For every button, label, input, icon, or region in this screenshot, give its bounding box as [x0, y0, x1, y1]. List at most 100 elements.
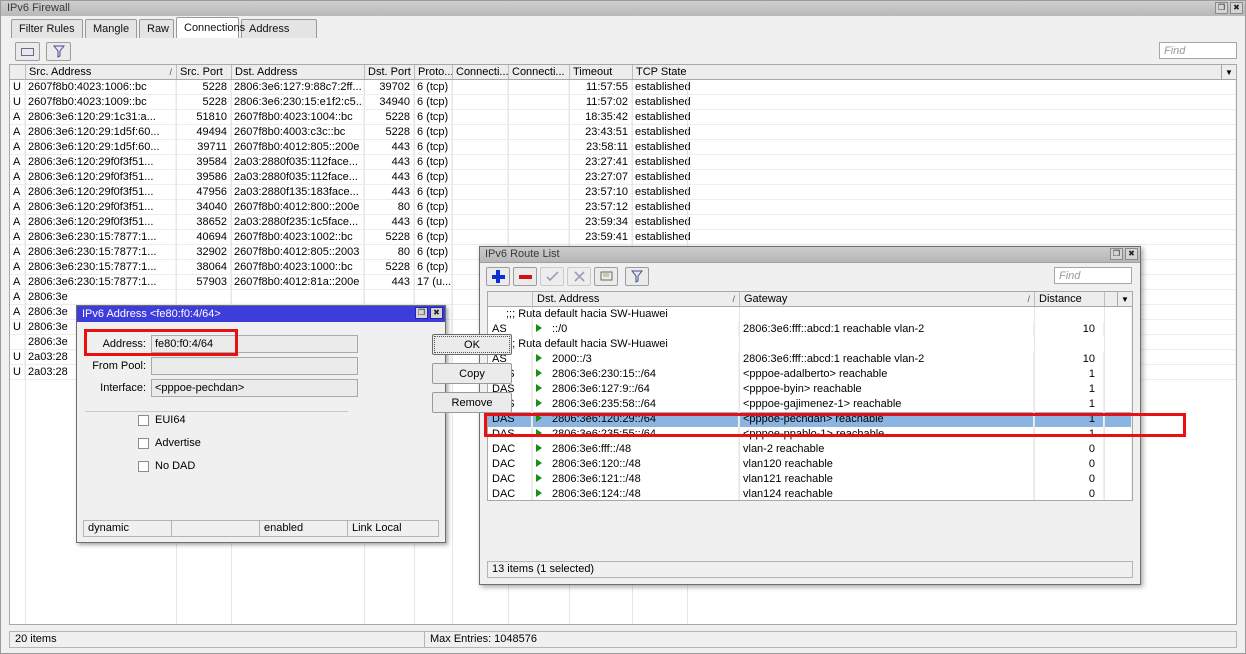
table-row[interactable]: U2607f8b0:4023:1009::bc52282806:3e6:230:…	[10, 95, 1236, 110]
col-dst-address[interactable]: Dst. Address	[232, 65, 365, 79]
cell-c2	[508, 95, 569, 109]
table-row[interactable]: AS::/02806:3e6:fff::abcd:1 reachable vla…	[488, 322, 1132, 337]
cell-distance: 10	[1034, 352, 1104, 367]
table-row[interactable]: A2806:3e6:230:15:7877:1...406942607f8b0:…	[10, 230, 1236, 245]
tab-raw[interactable]: Raw	[139, 19, 174, 38]
close-icon[interactable]: ✖	[430, 307, 443, 319]
route-column-chooser-button[interactable]: ▼	[1117, 291, 1133, 307]
table-row[interactable]: DAC2806:3e6:120::/48vlan120 reachable0	[488, 457, 1132, 472]
col-flag[interactable]	[10, 65, 26, 79]
table-row[interactable]: A2806:3e6:120:29:1d5f:60...397112607f8b0…	[10, 140, 1236, 155]
filter-button[interactable]	[46, 42, 71, 61]
tab-mangle[interactable]: Mangle	[85, 19, 137, 38]
table-row[interactable]: DAS2806:3e6:120:29::/64<pppoe-pechdan> r…	[488, 412, 1132, 427]
cell-distance: 0	[1034, 442, 1104, 457]
col-dst-port[interactable]: Dst. Port	[365, 65, 415, 79]
table-row[interactable]: A2806:3e6:120:29f0f3f51...395842a03:2880…	[10, 155, 1236, 170]
route-titlebar[interactable]: IPv6 Route List ❐ ✖	[480, 247, 1140, 263]
copy-button[interactable]: Copy	[432, 363, 512, 384]
cell-gateway: <pppoe-adalberto> reachable	[739, 367, 1034, 382]
table-row[interactable]: A2806:3e6:120:29f0f3f51...395862a03:2880…	[10, 170, 1236, 185]
advertise-checkbox-row[interactable]: Advertise	[138, 435, 201, 451]
col-protocol[interactable]: Proto...	[415, 65, 453, 79]
eui64-label: EUI64	[155, 414, 186, 426]
tab-filter-rules[interactable]: Filter Rules	[11, 19, 83, 38]
remove-route-button[interactable]	[513, 267, 537, 286]
cell-proto: 17 (u...	[414, 275, 452, 289]
eui64-checkbox[interactable]	[138, 415, 149, 426]
col-route-distance[interactable]: Distance	[1035, 292, 1105, 306]
interface-field[interactable]: <pppoe-pechdan>	[151, 379, 358, 397]
no-dad-checkbox[interactable]	[138, 461, 149, 472]
col-src-address[interactable]: Src. Address/	[26, 65, 177, 79]
cell-gateway: <pppoe-pechdan> reachable	[739, 412, 1034, 427]
cell-distance: 1	[1034, 367, 1104, 382]
cell-dport: 5228	[364, 110, 414, 124]
table-row[interactable]: DAC2806:3e6:121::/48vlan121 reachable0	[488, 472, 1132, 487]
table-row[interactable]: A2806:3e6:120:29f0f3f51...479562a03:2880…	[10, 185, 1236, 200]
cell-distance: 1	[1034, 427, 1104, 442]
table-row[interactable]: DAS2806:3e6:230:15::/64<pppoe-adalberto>…	[488, 367, 1132, 382]
table-row[interactable]: U2607f8b0:4023:1006::bc52282806:3e6:127:…	[10, 80, 1236, 95]
table-row[interactable]: A2806:3e6:120:29f0f3f51...340402607f8b0:…	[10, 200, 1236, 215]
cell-extra	[1104, 367, 1132, 382]
cell-gateway: 2806:3e6:fff::abcd:1 reachable vlan-2	[739, 322, 1034, 337]
table-row[interactable]: A2806:3e6:120:29:1c31:a...518102607f8b0:…	[10, 110, 1236, 125]
route-search-input[interactable]: Find	[1054, 267, 1132, 284]
maximize-icon[interactable]: ❐	[415, 307, 428, 319]
cell-c1	[452, 140, 508, 154]
eui64-checkbox-row[interactable]: EUI64	[138, 412, 186, 428]
add-route-button[interactable]	[486, 267, 510, 286]
table-row[interactable]: A2806:3e6:120:29f0f3f51...386522a03:2880…	[10, 215, 1236, 230]
col-connection-1[interactable]: Connecti...	[453, 65, 509, 79]
cell-src: 2607f8b0:4023:1006::bc	[25, 80, 176, 94]
cell-dst-address: 2806:3e6:235:55::/64	[532, 427, 739, 442]
filter-route-button[interactable]	[625, 267, 649, 286]
table-row[interactable]: AS2000::/32806:3e6:fff::abcd:1 reachable…	[488, 352, 1132, 367]
cell-src: 2806:3e6:230:15:7877:1...	[25, 275, 176, 289]
tab-address-lists[interactable]: Address Lists	[241, 19, 317, 38]
enable-route-button[interactable]	[540, 267, 564, 286]
cell-distance: 0	[1034, 487, 1104, 501]
cell-flag: A	[10, 140, 25, 154]
table-row[interactable]: DAC2806:3e6:124::/48vlan124 reachable0	[488, 487, 1132, 501]
address-field[interactable]: fe80:f0:4/64	[151, 335, 358, 353]
table-row[interactable]: DAS2806:3e6:235:58::/64<pppoe-gajimenez-…	[488, 397, 1132, 412]
col-connection-2[interactable]: Connecti...	[509, 65, 570, 79]
from-pool-field[interactable]	[151, 357, 358, 375]
col-src-port[interactable]: Src. Port	[177, 65, 232, 79]
col-route-dst-address[interactable]: Dst. Address/	[533, 292, 740, 306]
cell-tcp: established	[632, 185, 1236, 199]
cell-flags: DAC	[488, 487, 532, 501]
address-dialog-titlebar[interactable]: IPv6 Address <fe80:f0:4/64> ❐ ✖	[77, 306, 445, 322]
no-dad-checkbox-row[interactable]: No DAD	[138, 458, 195, 474]
table-row[interactable]: DAS2806:3e6:127:9::/64<pppoe-byin> reach…	[488, 382, 1132, 397]
cell-proto: 6 (tcp)	[414, 125, 452, 139]
main-titlebar[interactable]: IPv6 Firewall ❐ ✖	[1, 1, 1245, 17]
search-input[interactable]: Find	[1159, 42, 1237, 59]
table-row[interactable]: DAS2806:3e6:235:55::/64<pppoe-ppablo-1> …	[488, 427, 1132, 442]
close-icon[interactable]: ✖	[1230, 2, 1243, 14]
route-table-body[interactable]: ;;; Ruta default hacia SW-HuaweiAS::/028…	[487, 307, 1133, 501]
column-chooser-button[interactable]: ▼	[1221, 64, 1237, 80]
col-route-gateway[interactable]: Gateway/	[740, 292, 1035, 306]
comment-row[interactable]: ;;; Ruta default hacia SW-Huawei	[488, 337, 1132, 352]
cross-icon	[574, 271, 585, 282]
advertise-checkbox[interactable]	[138, 438, 149, 449]
comment-button[interactable]	[594, 267, 618, 286]
tab-connections[interactable]: Connections	[176, 17, 239, 38]
table-row[interactable]: A2806:3e6:120:29:1d5f:60...494942607f8b0…	[10, 125, 1236, 140]
cell-extra	[1104, 442, 1132, 457]
close-icon[interactable]: ✖	[1125, 248, 1138, 260]
remove-button[interactable]	[15, 42, 40, 61]
maximize-icon[interactable]: ❐	[1215, 2, 1228, 14]
remove-button[interactable]: Remove	[432, 392, 512, 413]
comment-row[interactable]: ;;; Ruta default hacia SW-Huawei	[488, 307, 1132, 322]
col-timeout[interactable]: Timeout	[570, 65, 633, 79]
disable-route-button[interactable]	[567, 267, 591, 286]
maximize-icon[interactable]: ❐	[1110, 248, 1123, 260]
col-tcp-state[interactable]: TCP State	[633, 65, 1236, 79]
ok-button[interactable]: OK	[432, 334, 512, 355]
col-route-flags[interactable]	[488, 292, 533, 306]
table-row[interactable]: DAC2806:3e6:fff::/48vlan-2 reachable0	[488, 442, 1132, 457]
